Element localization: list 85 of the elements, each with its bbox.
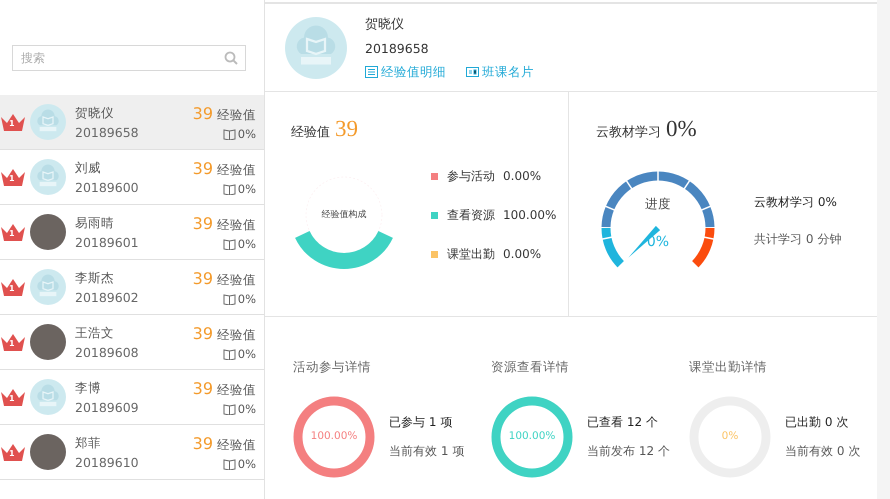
donut-center-label: 经验值构成 — [320, 208, 368, 221]
legend-value: 0.00% — [503, 169, 542, 183]
progress-text: 0% — [238, 236, 256, 250]
score-value: 39 — [192, 324, 213, 342]
student-name: 刘威 — [75, 160, 102, 176]
gauge-label: 进度 — [644, 196, 672, 213]
detail-stat: 已参与 1 项 — [389, 414, 454, 431]
detail-stat: 当前有效 1 项 — [389, 443, 464, 460]
score-unit: 经验值 — [217, 216, 256, 234]
detail-stat: 已查看 12 个 — [587, 414, 659, 431]
progress-text: 0% — [238, 182, 256, 196]
detail-title: 资源查看详情 — [491, 359, 570, 376]
student-name: 王浩文 — [75, 324, 115, 342]
photo-placeholder — [30, 434, 66, 470]
detail-title: 活动参与详情 — [293, 359, 372, 376]
ring-percent: 100.00% — [310, 430, 358, 442]
progress-text: 0% — [238, 456, 256, 470]
progress-text: 0% — [238, 292, 256, 306]
profile-id: 20189658 — [365, 40, 430, 56]
score-value: 39 — [192, 214, 213, 232]
rank-number: 1 — [9, 119, 15, 128]
legend-value: 100.00% — [503, 208, 556, 222]
progress-text: 0% — [238, 402, 256, 416]
score-unit: 经验值 — [217, 326, 256, 344]
student-id: 20189608 — [75, 344, 140, 360]
score-unit: 经验值 — [217, 162, 256, 178]
book-icon — [222, 348, 236, 360]
book-icon — [222, 402, 236, 414]
panel-title: 云教材学习 — [596, 124, 661, 141]
rank-number: 1 — [9, 339, 15, 348]
legend-value: 0.00% — [503, 247, 542, 261]
search-icon[interactable] — [224, 51, 238, 65]
legend-label: 课堂出勤 — [447, 246, 495, 262]
progress-text: 0% — [238, 126, 256, 140]
experience-value: 39 — [335, 116, 358, 142]
progress-text: 0% — [238, 346, 256, 360]
book-icon — [222, 458, 236, 470]
score-value: 39 — [192, 104, 213, 122]
book-icon — [222, 292, 236, 304]
book-icon — [222, 238, 236, 250]
ring-percent: 100.00% — [508, 430, 556, 442]
legend-label: 查看资源 — [447, 206, 495, 224]
score-unit: 经验值 — [217, 272, 256, 288]
student-id: 20189609 — [75, 400, 140, 414]
student-id: 20189610 — [75, 454, 140, 470]
score-unit: 经验值 — [217, 436, 256, 454]
textbook-stat: 云教材学习 0% — [754, 194, 838, 211]
profile-name: 贺晓仪 — [365, 16, 405, 32]
search-field[interactable]: 搜索 — [12, 45, 246, 71]
photo-placeholder — [30, 324, 66, 360]
textbook-value: 0% — [666, 116, 697, 142]
score-unit: 经验值 — [217, 106, 256, 124]
textbook-stat: 共计学习 0 分钟 — [754, 231, 842, 248]
student-name: 易雨晴 — [75, 214, 115, 232]
student-id: 20189658 — [75, 124, 140, 140]
book-icon — [222, 128, 236, 140]
detail-stat: 当前有效 0 次 — [785, 443, 860, 460]
detail-stat: 当前发布 12 个 — [587, 443, 670, 460]
panel-title: 经验值 — [291, 124, 330, 141]
list-icon — [365, 66, 378, 78]
detail-stat: 已出勤 0 次 — [785, 414, 850, 431]
photo-placeholder — [30, 214, 66, 250]
student-name: 李博 — [75, 380, 102, 396]
rank-number: 1 — [9, 174, 15, 183]
score-value: 39 — [192, 268, 213, 288]
score-value: 39 — [192, 158, 213, 178]
student-name: 李斯杰 — [75, 270, 115, 286]
student-name: 贺晓仪 — [75, 104, 115, 122]
score-unit: 经验值 — [217, 382, 256, 398]
student-id: 20189601 — [75, 234, 140, 250]
rank-number: 1 — [9, 394, 15, 403]
student-id: 20189602 — [75, 290, 140, 304]
rank-number: 1 — [9, 229, 15, 238]
legend-label: 参与活动 — [447, 168, 495, 184]
student-name: 郑菲 — [75, 434, 102, 452]
score-value: 39 — [192, 434, 213, 452]
rank-number: 1 — [9, 284, 15, 293]
id-card-icon — [466, 67, 479, 77]
detail-title: 课堂出勤详情 — [689, 359, 768, 376]
student-id: 20189600 — [75, 180, 140, 194]
score-value: 39 — [192, 378, 213, 398]
ring-percent: 0% — [720, 430, 740, 442]
rank-number: 1 — [9, 449, 15, 458]
book-icon — [222, 182, 236, 194]
student-row[interactable]: 1 贺晓仪 20189658 39 经验值 0% — [0, 95, 264, 150]
